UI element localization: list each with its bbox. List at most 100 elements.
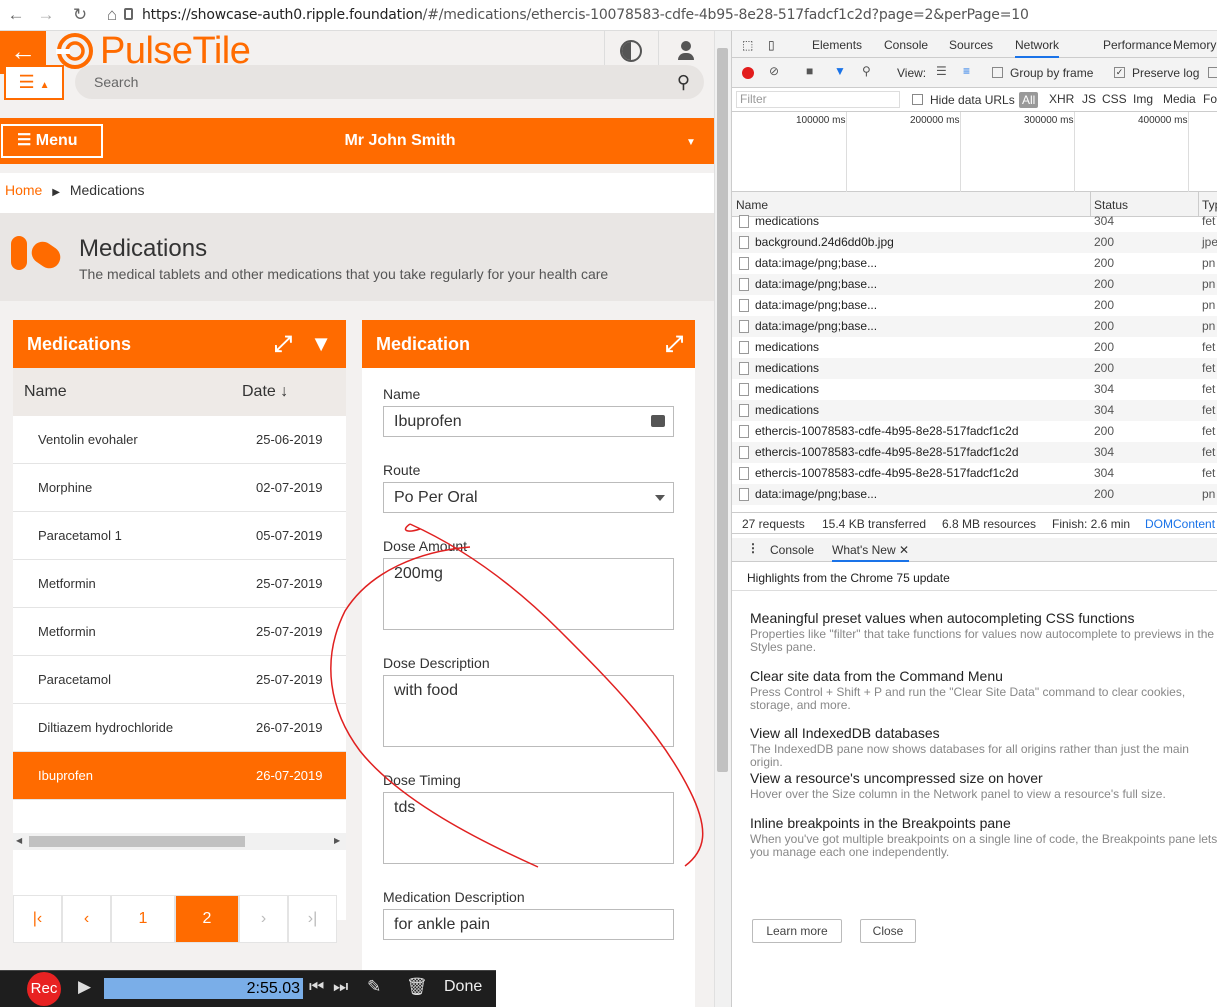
- request-name: medications: [755, 361, 820, 375]
- file-icon: [739, 446, 749, 459]
- hide-data-urls-checkbox[interactable]: [912, 94, 923, 105]
- request-type: fet: [1202, 403, 1216, 417]
- timeline-tick-label: 200000 ms: [910, 115, 960, 126]
- column-status[interactable]: Status: [1094, 198, 1128, 212]
- type-filter-css[interactable]: CSS: [1102, 92, 1127, 106]
- request-type: fet: [1202, 424, 1216, 438]
- request-row[interactable]: ethercis-10078583-cdfe-4b95-8e28-517fadc…: [732, 463, 1217, 484]
- record-button[interactable]: Rec: [27, 972, 61, 1006]
- request-status: 200: [1094, 340, 1115, 354]
- learn-more-button[interactable]: Learn more: [752, 919, 842, 943]
- request-row[interactable]: medications 200 fet: [732, 358, 1217, 379]
- type-filter-xhr[interactable]: XHR: [1049, 92, 1074, 106]
- devtools-tab-performance[interactable]: Performance: [1103, 38, 1172, 52]
- request-row[interactable]: data:image/png;base... 200 pn: [732, 295, 1217, 316]
- type-filter-js[interactable]: JS: [1082, 92, 1096, 106]
- request-type: fet: [1202, 445, 1216, 459]
- file-icon: [739, 215, 749, 228]
- camera-icon[interactable]: ■: [806, 64, 813, 78]
- request-status: 304: [1094, 445, 1115, 459]
- forward-arrow-icon[interactable]: →: [34, 4, 58, 26]
- request-name: data:image/png;base...: [755, 487, 878, 501]
- filter-icon[interactable]: ▼: [834, 64, 846, 78]
- page-scrollbar-thumb[interactable]: [717, 48, 728, 772]
- timeline-gridline: [960, 112, 961, 192]
- pencil-icon[interactable]: ✎: [367, 977, 381, 997]
- devtools-tab-sources[interactable]: Sources: [949, 38, 993, 52]
- filter-bar: Filter Hide data URLs All XHR JS CSS Img Medi…: [732, 88, 1217, 112]
- skip-start-icon[interactable]: ⏮: [309, 977, 324, 997]
- done-button[interactable]: Done: [444, 978, 482, 996]
- trash-icon[interactable]: 🗑: [406, 977, 428, 997]
- inspect-element-icon[interactable]: ⬚: [742, 38, 753, 52]
- search-icon[interactable]: ⚲: [862, 64, 871, 78]
- devtools-tab-bar: ⬚ ▯ Elements Console Sources Network Perform…: [732, 31, 1217, 58]
- file-icon: [739, 278, 749, 291]
- request-type: jpe: [1202, 235, 1217, 249]
- request-row[interactable]: data:image/png;base... 200 pn: [732, 316, 1217, 337]
- type-filter-media[interactable]: Media: [1163, 92, 1196, 106]
- request-type: pn: [1202, 487, 1216, 501]
- request-row[interactable]: data:image/png;base... 200 pn: [732, 253, 1217, 274]
- url-path: /#/medications/ethercis-10078583-cdfe-4b…: [422, 7, 1029, 23]
- whats-new-item-body: Hover over the Size column in the Networ…: [750, 787, 1166, 801]
- home-icon[interactable]: ⌂: [100, 4, 124, 26]
- type-filter-fo[interactable]: Fo: [1203, 92, 1217, 106]
- preserve-log-checkbox[interactable]: ✓: [1114, 67, 1125, 78]
- close-icon[interactable]: ✕: [899, 543, 909, 557]
- reload-icon[interactable]: ↻: [68, 4, 92, 26]
- group-by-frame-checkbox[interactable]: [992, 67, 1003, 78]
- whats-new-item-body: The IndexedDB pane now shows databases f…: [750, 742, 1189, 769]
- whats-new-item-title: Clear site data from the Command Menu: [750, 668, 1003, 684]
- request-row[interactable]: medications 200 fet: [732, 337, 1217, 358]
- whats-new-item-body: When you've got multiple breakpoints on …: [750, 832, 1217, 859]
- list-view-icon[interactable]: ☰: [936, 64, 947, 78]
- file-icon: [739, 404, 749, 417]
- request-status: 200: [1094, 256, 1115, 270]
- device-toggle-icon[interactable]: ▯: [768, 38, 775, 52]
- request-row[interactable]: ethercis-10078583-cdfe-4b95-8e28-517fadc…: [732, 442, 1217, 463]
- transferred-size: 15.4 KB transferred: [822, 517, 927, 531]
- devtools-tab-memory[interactable]: Memory: [1173, 38, 1216, 52]
- request-type: fet: [1202, 214, 1216, 228]
- request-row[interactable]: data:image/png;base... 200 pn: [732, 484, 1217, 505]
- devtools-tab-elements[interactable]: Elements: [812, 38, 862, 52]
- request-row[interactable]: background.24d6dd0b.jpg 200 jpe: [732, 232, 1217, 253]
- request-status: 200: [1094, 298, 1115, 312]
- request-row[interactable]: medications 304 fet: [732, 400, 1217, 421]
- request-row[interactable]: ethercis-10078583-cdfe-4b95-8e28-517fadc…: [732, 421, 1217, 442]
- type-filter-all[interactable]: All: [1019, 92, 1039, 108]
- disable-cache-checkbox[interactable]: [1208, 67, 1217, 78]
- file-icon: [739, 341, 749, 354]
- drawer-tab-console[interactable]: Console: [770, 543, 814, 557]
- address-bar[interactable]: https://showcase-auth0.ripple.foundation…: [142, 5, 1029, 25]
- skip-end-icon[interactable]: ⏭: [333, 977, 348, 997]
- request-type: fet: [1202, 466, 1216, 480]
- request-type: pn: [1202, 298, 1216, 312]
- clear-icon[interactable]: ⊘: [769, 64, 779, 78]
- network-timeline[interactable]: 100000 ms 200000 ms 300000 ms 400000 ms: [732, 112, 1217, 192]
- column-type[interactable]: Typ: [1202, 198, 1217, 212]
- type-filter-img[interactable]: Img: [1133, 92, 1153, 106]
- group-by-frame-label: Group by frame: [1010, 66, 1094, 80]
- whats-new-item-body: Properties like "filter" that take funct…: [750, 627, 1215, 654]
- record-icon[interactable]: [742, 67, 754, 79]
- waterfall-view-icon[interactable]: ≡: [963, 64, 970, 78]
- request-row[interactable]: medications 304 fet: [732, 379, 1217, 400]
- drawer-tab-whats-new[interactable]: What's New ✕: [832, 543, 910, 562]
- request-status: 304: [1094, 466, 1115, 480]
- request-row[interactable]: data:image/png;base... 200 pn: [732, 274, 1217, 295]
- drawer-menu-icon[interactable]: ⋮: [747, 541, 759, 555]
- request-row[interactable]: medications 304 fet: [732, 211, 1217, 232]
- request-type: pn: [1202, 256, 1216, 270]
- devtools-tab-network[interactable]: Network: [1015, 38, 1060, 58]
- column-name[interactable]: Name: [736, 198, 768, 212]
- devtools-tab-console[interactable]: Console: [884, 38, 928, 52]
- filter-input[interactable]: Filter: [736, 91, 900, 108]
- whats-new-item-title: Meaningful preset values when autocomple…: [750, 610, 1135, 626]
- request-type: pn: [1202, 319, 1216, 333]
- play-icon[interactable]: ▶: [78, 977, 91, 997]
- request-count: 27 requests: [742, 517, 805, 531]
- close-button[interactable]: Close: [860, 919, 916, 943]
- back-arrow-icon[interactable]: ←: [4, 4, 28, 26]
